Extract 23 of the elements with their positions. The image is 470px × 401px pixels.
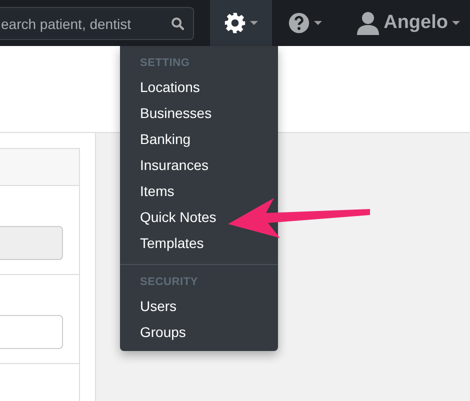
menu-item[interactable]: Banking bbox=[120, 126, 278, 152]
caret-icon bbox=[250, 21, 258, 25]
menu-item[interactable]: Users bbox=[120, 293, 278, 319]
help-icon bbox=[288, 12, 310, 34]
caret-icon bbox=[314, 21, 322, 25]
menu-item[interactable]: Businesses bbox=[120, 100, 278, 126]
menu-item[interactable]: Locations bbox=[120, 74, 278, 100]
user-menu-button[interactable]: Angelo bbox=[346, 0, 470, 46]
input-field[interactable] bbox=[0, 315, 63, 349]
user-icon bbox=[356, 11, 380, 35]
settings-button[interactable] bbox=[210, 0, 272, 46]
caret-icon bbox=[452, 21, 460, 25]
search-field[interactable]: earch patient, dentist bbox=[0, 7, 194, 40]
search-icon bbox=[170, 17, 184, 30]
menu-item[interactable]: Templates bbox=[120, 230, 278, 256]
menu-item[interactable]: Groups bbox=[120, 319, 278, 345]
menu-item[interactable]: Quick Notes bbox=[120, 204, 278, 230]
settings-icon bbox=[224, 12, 246, 34]
menu-item[interactable]: Insurances bbox=[120, 152, 278, 178]
menu-section-header: SECURITY bbox=[139, 275, 200, 290]
menu-item[interactable]: Items bbox=[120, 178, 278, 204]
input-field[interactable] bbox=[0, 226, 63, 260]
menu-section-header: SETTING bbox=[139, 56, 191, 71]
